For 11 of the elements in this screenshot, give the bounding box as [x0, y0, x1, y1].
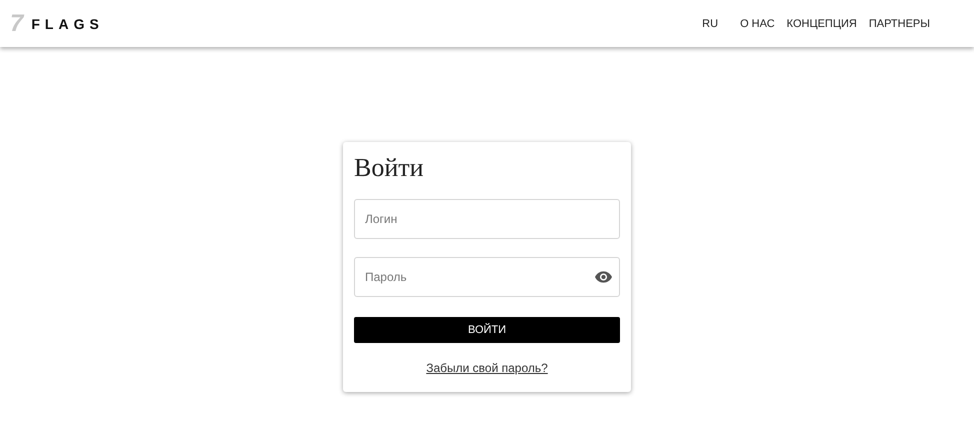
nav-link[interactable]: КОНЦЕПЦИЯ — [786, 18, 857, 30]
nav-link[interactable]: ПАРТНЕРЫ — [868, 18, 930, 30]
eye-icon[interactable] — [595, 271, 612, 283]
nav-link[interactable]: О НАС — [740, 18, 775, 30]
login-title: Войти — [354, 152, 425, 184]
login-field[interactable]: Логин — [354, 199, 620, 239]
password-field[interactable]: Пароль — [354, 257, 620, 297]
logo-text: FLAGS — [31, 16, 104, 32]
nav-link[interactable]: RU — [702, 18, 718, 30]
login-button[interactable]: ВОЙТИ — [354, 317, 620, 343]
forgot-password-link[interactable]: Забыли свой пароль? — [426, 361, 548, 375]
